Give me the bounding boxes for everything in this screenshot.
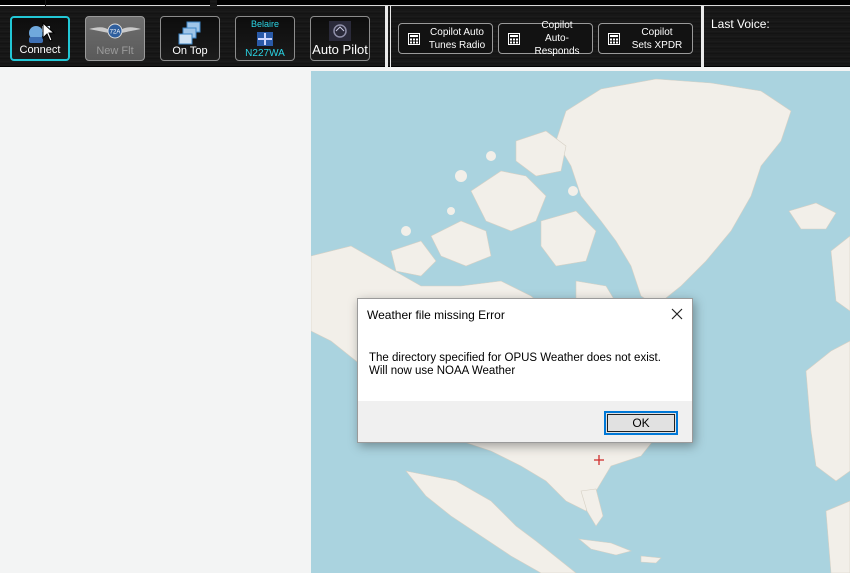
left-panel — [0, 68, 311, 573]
autopilot-icon — [329, 21, 351, 41]
autopilot-button[interactable]: Auto Pilot — [310, 16, 370, 61]
aircraft-select-button[interactable]: Belaire N227WA — [235, 16, 295, 61]
toolbar-divider — [390, 6, 391, 67]
dialog-message-line2: Will now use NOAA Weather — [369, 365, 516, 377]
error-dialog: Weather file missing Error The directory… — [357, 298, 693, 443]
copilot-tunes-radio-line1: Copilot Auto — [430, 26, 484, 38]
connect-button[interactable]: Connect — [10, 16, 70, 61]
aircraft-icon — [257, 31, 273, 46]
app-window: Connect 72A New Flt On Top Belaire N227W… — [0, 0, 850, 573]
last-voice-label: Last Voice: — [711, 17, 770, 31]
calculator-icon — [408, 32, 420, 45]
aircraft-operator-label: Belaire — [250, 19, 279, 29]
close-icon[interactable] — [668, 305, 686, 323]
calculator-icon — [608, 32, 620, 45]
top-toolbar: Connect 72A New Flt On Top Belaire N227W… — [0, 0, 850, 67]
wings-logo-icon: 72A — [89, 23, 141, 39]
dialog-footer: OK — [358, 401, 692, 442]
aircraft-registration-label: N227WA — [245, 48, 285, 59]
new-flight-badge: 72A — [110, 30, 121, 36]
toolbar-divider — [701, 6, 704, 67]
copilot-tunes-radio-button[interactable]: Copilot Auto Tunes Radio — [398, 23, 493, 54]
dialog-message-line1: The directory specified for OPUS Weather… — [369, 352, 661, 364]
copilot-tunes-radio-line2: Tunes Radio — [428, 39, 486, 51]
tab-strip-segment — [217, 0, 850, 6]
new-flight-label: New Flt — [96, 45, 134, 57]
new-flight-button[interactable]: 72A New Flt — [85, 16, 145, 61]
copilot-auto-responds-line1: Copilot — [541, 20, 573, 31]
calculator-icon — [508, 32, 520, 45]
dialog-body: The directory specified for OPUS Weather… — [358, 330, 692, 401]
dialog-titlebar: Weather file missing Error — [358, 299, 692, 330]
dialog-title: Weather file missing Error — [367, 307, 505, 322]
copilot-sets-xpdr-button[interactable]: Copilot Sets XPDR — [598, 23, 693, 54]
stacked-windows-icon — [178, 21, 201, 45]
ok-button[interactable]: OK — [604, 411, 678, 435]
on-top-button[interactable]: On Top — [160, 16, 220, 61]
autopilot-label: Auto Pilot — [312, 42, 368, 57]
mouse-cursor-icon — [42, 22, 56, 42]
copilot-sets-xpdr-line2: Sets XPDR — [631, 39, 683, 51]
tab-strip-segment — [0, 0, 45, 6]
copilot-auto-responds-line2: Auto-Responds — [534, 33, 580, 57]
tab-strip-segment — [46, 0, 210, 6]
toolbar-divider — [385, 6, 388, 67]
copilot-auto-responds-button[interactable]: Copilot Auto-Responds — [498, 20, 593, 57]
copilot-sets-xpdr-line1: Copilot — [641, 26, 673, 38]
